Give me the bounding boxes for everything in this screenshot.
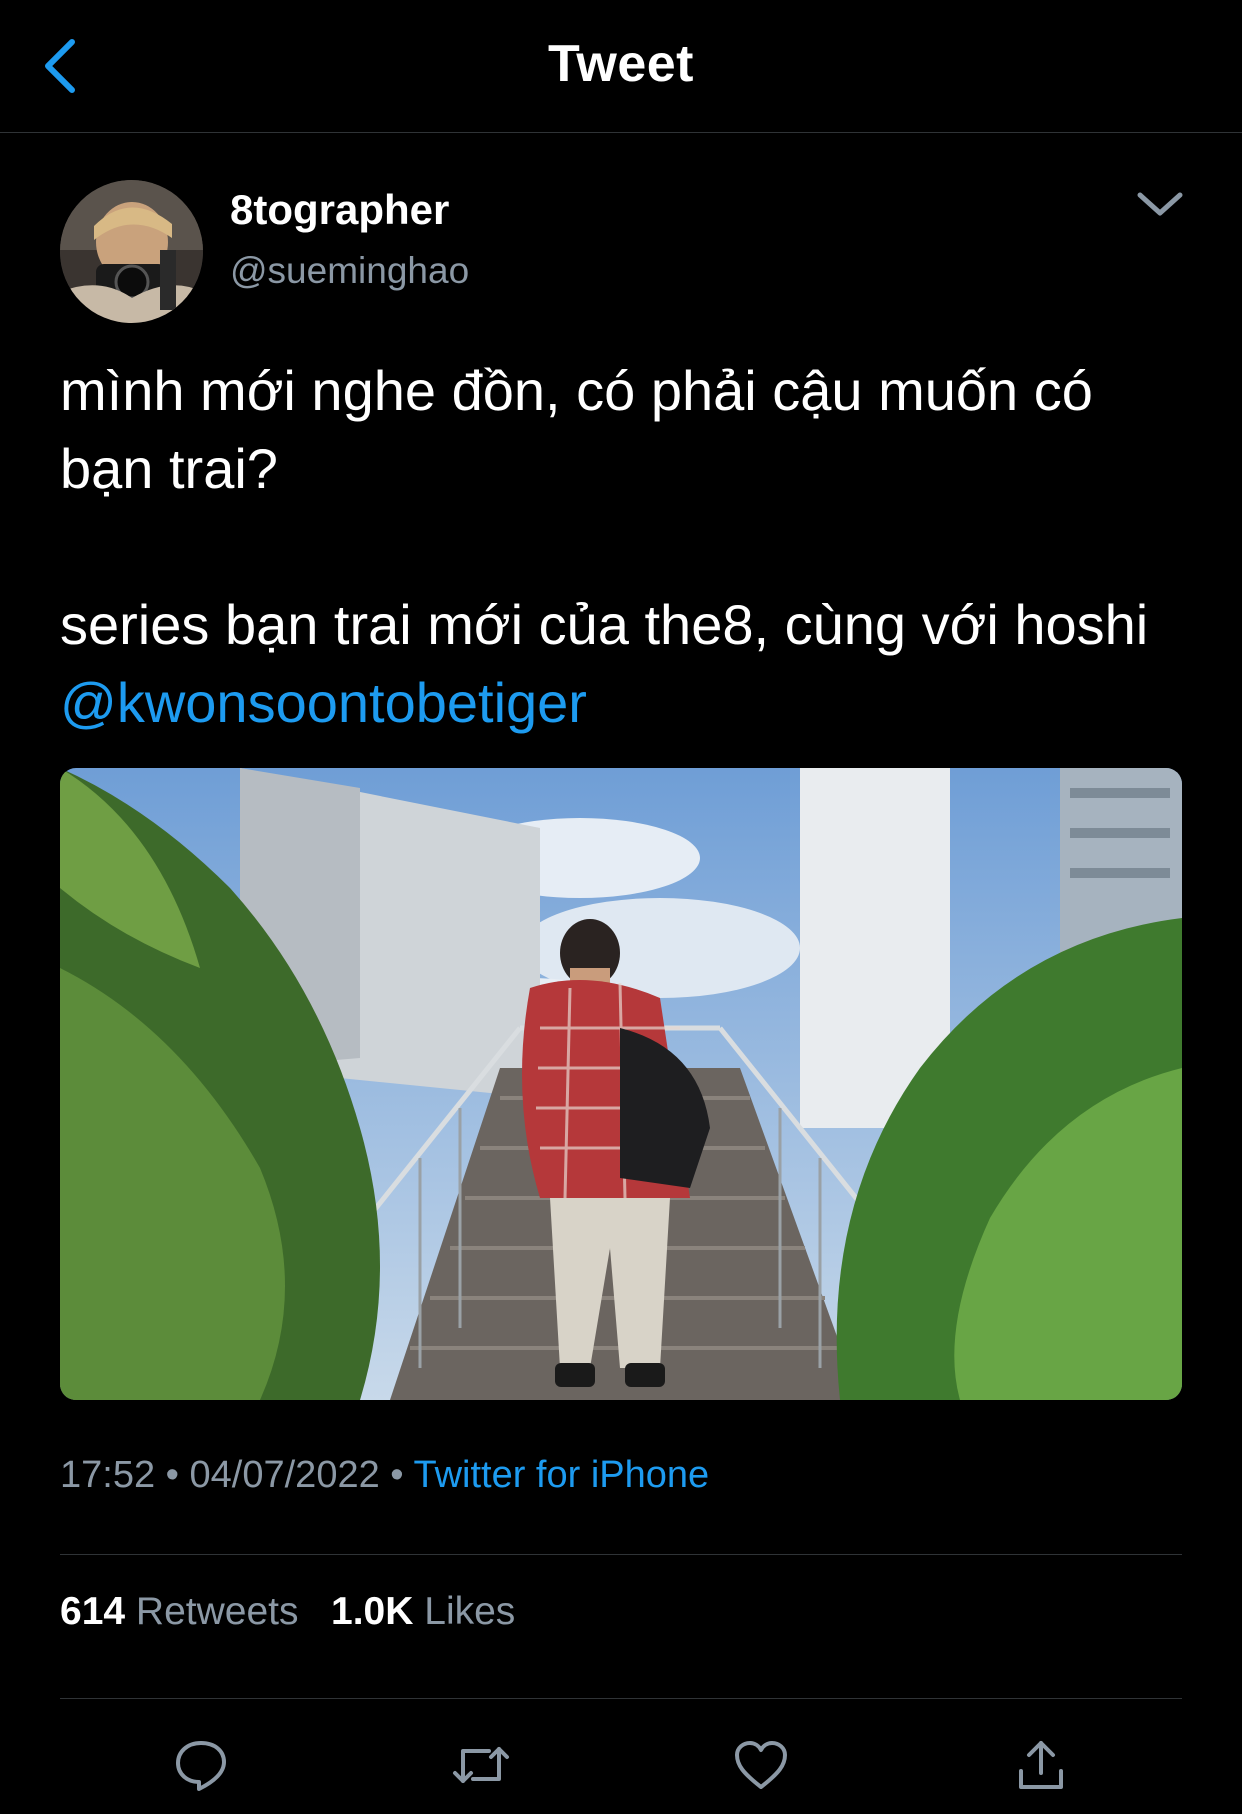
likes-count: 1.0K [331,1590,414,1633]
tweet-body: mình mới nghe đồn, có phải cậu muốn có b… [60,352,1190,742]
meta-separator: • [390,1454,404,1496]
divider [60,1554,1182,1555]
page-title: Tweet [547,35,694,93]
retweets-label: Retweets [135,1590,299,1633]
tweet-text-paragraph-1: mình mới nghe đồn, có phải cậu muốn có b… [60,359,1093,500]
tweet-timestamp-row: 17:52 • 04/07/2022 • Twitter for iPhone [60,1454,709,1497]
heart-icon [735,1741,787,1789]
retweets-stat[interactable]: 614 Retweets [60,1590,299,1633]
tweet-time: 17:52 [60,1454,156,1496]
top-navigation-bar: Tweet [0,0,1242,133]
like-button[interactable] [726,1730,796,1800]
tweet-text-paragraph-2: series bạn trai mới của the8, cùng với h… [60,586,1190,742]
share-button[interactable] [1006,1730,1076,1800]
tweet-menu-button[interactable] [1130,180,1190,228]
likes-label: Likes [424,1590,516,1633]
retweet-button[interactable] [446,1730,516,1800]
chevron-down-icon [1137,192,1183,216]
reply-icon [176,1741,226,1791]
reply-button[interactable] [166,1730,236,1800]
likes-stat[interactable]: 1.0K Likes [331,1590,515,1633]
avatar-image [60,180,203,323]
meta-separator: • [165,1454,179,1496]
tweet-photo[interactable] [60,768,1182,1400]
retweet-icon [453,1747,509,1783]
tweet-source-link[interactable]: Twitter for iPhone [413,1454,709,1496]
retweets-count: 614 [60,1590,126,1633]
tweet-detail-screen: Tweet 8tographer @sueminghao mình mới ng… [0,0,1242,1814]
author-handle[interactable]: @sueminghao [230,250,469,292]
avatar[interactable] [60,180,203,323]
mention-link[interactable]: @kwonsoontobetiger [60,671,587,734]
photo-image [60,768,1182,1400]
tweet-date: 04/07/2022 [189,1454,380,1496]
tweet-text-line: series bạn trai mới của the8, cùng với h… [60,593,1149,656]
tweet-stats: 614 Retweets 1.0K Likes [60,1590,515,1634]
tweet-action-bar [60,1730,1182,1800]
share-icon [1019,1741,1063,1789]
divider [60,1698,1182,1699]
author-display-name[interactable]: 8tographer [230,186,449,234]
